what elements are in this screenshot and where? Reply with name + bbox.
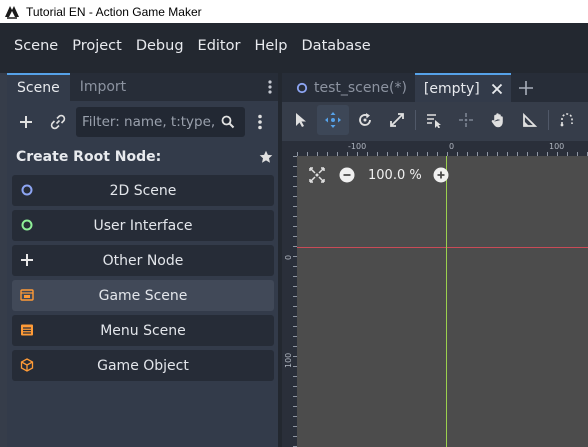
ruler-icon <box>523 112 538 127</box>
rotate-mode-button[interactable] <box>349 105 381 135</box>
canvas-toolbar <box>282 102 588 138</box>
ruler-label: 100 <box>549 142 565 151</box>
game-scene-icon <box>19 287 35 303</box>
ruler-label: 100 <box>284 352 293 368</box>
pivot-icon <box>459 113 473 127</box>
snap-icon <box>560 113 573 127</box>
vertical-ruler[interactable]: 0 100 200 <box>282 156 297 447</box>
root-node-menu-scene-button[interactable]: Menu Scene <box>12 315 274 346</box>
pivot-mode-button[interactable] <box>450 105 482 135</box>
dock-options-icon[interactable] <box>262 73 278 101</box>
ruler-mode-button[interactable] <box>514 105 546 135</box>
menu-help[interactable]: Help <box>247 23 294 69</box>
menu-editor[interactable]: Editor <box>191 23 248 69</box>
tab-label: test_scene(*) <box>314 79 407 96</box>
add-child-node-button[interactable] <box>11 107 41 137</box>
instantiate-scene-button[interactable] <box>43 107 73 137</box>
root-node-game-scene-button[interactable]: Game Scene <box>12 280 274 311</box>
window-title-bar: Tutorial EN - Action Game Maker <box>0 0 588 23</box>
horizontal-ruler[interactable]: -100 0 100 <box>297 141 588 156</box>
scene-viewport[interactable]: -100 0 100 0 100 200 100.0 % <box>282 141 588 447</box>
ruler-label: 0 <box>449 142 455 151</box>
menu-project[interactable]: Project <box>65 23 129 69</box>
menu-debug[interactable]: Debug <box>129 23 191 69</box>
plus-icon <box>19 252 35 268</box>
menu-scene[interactable]: Scene <box>7 23 65 69</box>
ruler-corner <box>282 141 297 156</box>
zoom-in-icon[interactable] <box>430 164 452 186</box>
root-node-label: 2D Scene <box>109 182 177 199</box>
node2d-circle-icon <box>295 81 309 95</box>
root-node-label: Menu Scene <box>100 322 186 339</box>
zoom-out-icon[interactable] <box>336 164 358 186</box>
list-cursor-icon <box>427 114 441 128</box>
filter-input[interactable] <box>82 114 216 130</box>
hand-icon <box>491 113 503 128</box>
snap-options-button[interactable] <box>551 105 583 135</box>
root-node-other-node-button[interactable]: Other Node <box>12 245 274 276</box>
main-editor: test_scene(*) [empty] -100 0 100 0 100 1… <box>282 73 588 447</box>
window-title: Tutorial EN - Action Game Maker <box>26 4 202 19</box>
link-icon <box>50 114 66 130</box>
select-mode-button[interactable] <box>285 105 317 135</box>
node-filter-field[interactable] <box>76 107 245 137</box>
root-node-label: Other Node <box>102 252 184 269</box>
create-root-node-label: Create Root Node: <box>16 149 162 165</box>
root-node-game-object-button[interactable]: Game Object <box>12 350 274 381</box>
y-axis-line <box>446 156 447 447</box>
root-node-label: User Interface <box>93 217 193 234</box>
node2d-circle-icon <box>19 182 35 198</box>
menu-database[interactable]: Database <box>295 23 378 69</box>
list-select-button[interactable] <box>418 105 450 135</box>
ruler-label: 0 <box>284 254 293 260</box>
scene-dock: Scene Import Create Root Node: <box>7 73 278 447</box>
tab-scene[interactable]: Scene <box>7 73 70 101</box>
pan-mode-button[interactable] <box>482 105 514 135</box>
root-node-label: Game Object <box>97 357 189 374</box>
scale-icon <box>390 113 404 127</box>
tab-import[interactable]: Import <box>70 73 136 101</box>
scene-tree-options-icon[interactable] <box>251 107 269 137</box>
zoom-reset-icon[interactable] <box>306 164 328 186</box>
tab-test-scene[interactable]: test_scene(*) <box>282 73 415 102</box>
toolbar-separator <box>415 110 416 130</box>
plus-icon <box>518 80 533 95</box>
dock-tab-bar: Scene Import <box>7 73 278 101</box>
favorites-star-icon[interactable] <box>258 148 274 166</box>
plus-icon <box>20 116 32 128</box>
cursor-arrow-icon <box>296 113 306 127</box>
zoom-level[interactable]: 100.0 % <box>368 168 422 183</box>
tab-empty[interactable]: [empty] <box>414 73 511 102</box>
zoom-control: 100.0 % <box>306 164 452 186</box>
root-node-list: 2D Scene User Interface Other Node Game … <box>12 175 274 385</box>
ruler-label: -100 <box>348 142 367 151</box>
scene-dock-toolbar <box>7 107 278 137</box>
close-icon[interactable] <box>490 82 504 96</box>
root-node-user-interface-button[interactable]: User Interface <box>12 210 274 241</box>
rotate-icon <box>359 113 371 126</box>
tab-label: [empty] <box>423 80 480 97</box>
root-node-2d-scene-button[interactable]: 2D Scene <box>12 175 274 206</box>
x-axis-line <box>297 247 588 248</box>
root-node-label: Game Scene <box>98 287 188 304</box>
main-menu-bar: Scene Project Debug Editor Help Database <box>0 23 588 69</box>
menu-scene-icon <box>19 322 35 338</box>
create-root-node-header: Create Root Node: <box>16 147 274 167</box>
scene-tab-bar: test_scene(*) [empty] <box>282 73 588 102</box>
game-object-cube-icon <box>19 357 35 373</box>
control-circle-icon <box>19 217 35 233</box>
add-scene-tab-button[interactable] <box>511 73 541 102</box>
app-logo-icon <box>3 3 21 21</box>
search-icon <box>216 110 240 134</box>
move-arrows-icon <box>325 112 341 128</box>
scale-mode-button[interactable] <box>381 105 413 135</box>
toolbar-separator <box>548 110 549 130</box>
move-mode-button[interactable] <box>317 105 349 135</box>
